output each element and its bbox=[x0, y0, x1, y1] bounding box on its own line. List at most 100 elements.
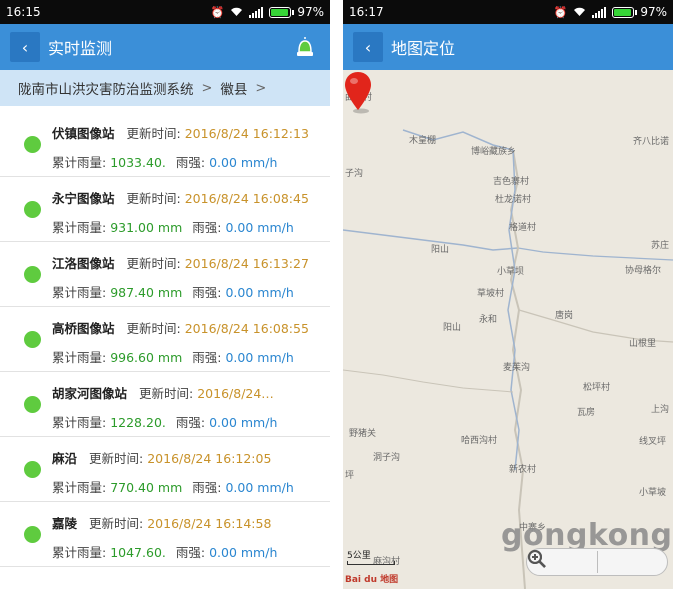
rain-intensity-value: 0.00 mm/h bbox=[209, 415, 278, 430]
rain-total-label: 累计雨量: bbox=[52, 545, 107, 560]
scale-bar bbox=[347, 561, 395, 565]
app-bar: ‹ 实时监测 bbox=[0, 24, 330, 70]
zoom-in-button[interactable] bbox=[528, 550, 657, 573]
rain-total-value: 1033.40. bbox=[110, 155, 166, 170]
map-pin-icon[interactable] bbox=[343, 70, 373, 114]
zoom-in-icon bbox=[528, 550, 546, 568]
station-row[interactable]: 高桥图像站 更新时间: 2016/8/24 16:08:55 累计雨量: 996.6… bbox=[0, 307, 330, 372]
station-metrics: 累计雨量: 996.60 mm 雨强: 0.00 mm/h bbox=[52, 347, 294, 366]
rain-total-value: 996.60 mm bbox=[110, 350, 183, 365]
update-time-value: 2016/8/24 16:14:58 bbox=[147, 516, 272, 531]
station-row[interactable]: 伏镇图像站 更新时间: 2016/8/24 16:12:13 累计雨量: 1033.… bbox=[0, 112, 330, 177]
rain-intensity-value: 0.00 mm/h bbox=[225, 480, 294, 495]
station-header: 永宁图像站 更新时间: 2016/8/24 16:08:45 bbox=[52, 188, 309, 207]
update-time-label: 更新时间: bbox=[139, 386, 194, 401]
alarm-light-icon[interactable] bbox=[294, 36, 316, 58]
rain-total-label: 累计雨量: bbox=[52, 480, 107, 495]
status-time: 16:17 bbox=[349, 5, 384, 19]
wifi-icon bbox=[230, 6, 243, 19]
status-dot-icon bbox=[24, 526, 41, 543]
update-time-label: 更新时间: bbox=[126, 256, 181, 271]
station-header: 嘉陵 更新时间: 2016/8/24 16:14:58 bbox=[52, 513, 271, 532]
rain-intensity-label: 雨强: bbox=[175, 155, 206, 170]
back-button[interactable]: ‹ bbox=[353, 32, 383, 62]
update-time-value: 2016/8/24 16:12:05 bbox=[147, 451, 272, 466]
station-name: 永宁图像站 bbox=[52, 191, 115, 206]
status-bar: 16:17 ⏰ 97% bbox=[343, 0, 673, 24]
breadcrumb-item-system[interactable]: 陇南市山洪灾害防治监测系统 bbox=[18, 78, 194, 98]
map-place-label: 博峪藏族乡 bbox=[471, 147, 517, 157]
map-place-label: 山根里 bbox=[629, 339, 657, 349]
breadcrumb: 陇南市山洪灾害防治监测系统 > 徽县 > bbox=[0, 70, 330, 106]
map-place-label: 坪 bbox=[345, 471, 355, 481]
update-time: 更新时间: 2016/8/24 16:08:55 bbox=[127, 318, 309, 337]
station-row[interactable]: 胡家河图像站 更新时间: 2016/8/24… 累计雨量: 1228.20. 雨强: … bbox=[0, 372, 330, 437]
station-list: 伏镇图像站 更新时间: 2016/8/24 16:12:13 累计雨量: 1033.… bbox=[0, 106, 330, 567]
chevron-left-icon: ‹ bbox=[21, 37, 29, 57]
baidu-logo: Bai du 地图 bbox=[345, 575, 399, 585]
map-place-label: 杜龙诺村 bbox=[495, 195, 532, 205]
update-time: 更新时间: 2016/8/24 16:12:05 bbox=[89, 448, 271, 467]
update-time-label: 更新时间: bbox=[126, 321, 181, 336]
map-scale: 5公里 bbox=[347, 548, 395, 565]
status-dot-icon bbox=[24, 331, 41, 348]
map-place-label: 草坡村 bbox=[477, 289, 505, 299]
breadcrumb-item-county[interactable]: 徽县 bbox=[220, 78, 247, 98]
update-time: 更新时间: 2016/8/24 16:12:13 bbox=[127, 123, 309, 142]
rain-total-label: 累计雨量: bbox=[52, 220, 107, 235]
map-place-label: 野猪关 bbox=[349, 429, 377, 439]
map-place-label: 格道村 bbox=[509, 223, 537, 233]
station-name: 伏镇图像站 bbox=[52, 126, 115, 141]
rain-intensity-value: 0.00 mm/h bbox=[209, 155, 278, 170]
rain-intensity-label: 雨强: bbox=[192, 480, 222, 495]
signal-icon bbox=[249, 6, 264, 18]
station-name: 胡家河图像站 bbox=[52, 386, 128, 401]
rain-intensity-value: 0.00 mm/h bbox=[225, 285, 294, 300]
update-time-value: 2016/8/24 16:13:27 bbox=[184, 256, 309, 271]
update-time-value: 2016/8/24 16:08:45 bbox=[184, 191, 309, 206]
station-metrics: 累计雨量: 770.40 mm 雨强: 0.00 mm/h bbox=[52, 477, 294, 496]
status-bar: 16:15 ⏰ 97% bbox=[0, 0, 330, 24]
map-place-label: 小草坝 bbox=[497, 267, 525, 277]
battery-percent: 97% bbox=[640, 5, 667, 19]
back-button[interactable]: ‹ bbox=[10, 32, 40, 62]
map-place-label: 小草坡 bbox=[639, 488, 667, 498]
station-metrics: 累计雨量: 1228.20. 雨强: 0.00 mm/h bbox=[52, 412, 277, 431]
status-dot-icon bbox=[24, 266, 41, 283]
station-row[interactable]: 嘉陵 更新时间: 2016/8/24 16:14:58 累计雨量: 1047.60.… bbox=[0, 502, 330, 567]
station-header: 高桥图像站 更新时间: 2016/8/24 16:08:55 bbox=[52, 318, 309, 337]
station-row[interactable]: 麻沿 更新时间: 2016/8/24 16:12:05 累计雨量: 770.40 m… bbox=[0, 437, 330, 502]
update-time: 更新时间: 2016/8/24… bbox=[139, 383, 274, 402]
monitoring-screen: 16:15 ⏰ 97% ‹ 实时监测 陇南市山洪灾害防治监测系统 > 徽县 > … bbox=[0, 0, 330, 589]
rain-total-label: 累计雨量: bbox=[52, 155, 107, 170]
station-row[interactable]: 江洛图像站 更新时间: 2016/8/24 16:13:27 累计雨量: 987.4… bbox=[0, 242, 330, 307]
station-header: 胡家河图像站 更新时间: 2016/8/24… bbox=[52, 383, 274, 402]
rain-total-label: 累计雨量: bbox=[52, 285, 107, 300]
rain-intensity-label: 雨强: bbox=[175, 545, 206, 560]
alarm-clock-icon: ⏰ bbox=[553, 5, 568, 19]
rain-total-value: 1047.60. bbox=[110, 545, 166, 560]
station-header: 麻沿 更新时间: 2016/8/24 16:12:05 bbox=[52, 448, 271, 467]
map-place-label: 洞子沟 bbox=[373, 453, 401, 463]
map-place-label: 吉色寨村 bbox=[493, 177, 530, 187]
rain-total-label: 累计雨量: bbox=[52, 415, 107, 430]
station-metrics: 累计雨量: 1033.40. 雨强: 0.00 mm/h bbox=[52, 152, 277, 171]
rain-intensity-value: 0.00 mm/h bbox=[209, 545, 278, 560]
station-name: 嘉陵 bbox=[52, 516, 78, 531]
update-time-label: 更新时间: bbox=[89, 451, 144, 466]
signal-icon bbox=[592, 6, 607, 18]
rain-intensity-label: 雨强: bbox=[175, 415, 206, 430]
rain-total-value: 931.00 mm bbox=[110, 220, 183, 235]
map-place-label: 齐八比诺 bbox=[633, 137, 670, 147]
status-dot-icon bbox=[24, 396, 41, 413]
station-header: 江洛图像站 更新时间: 2016/8/24 16:13:27 bbox=[52, 253, 309, 272]
zoom-controls bbox=[526, 548, 668, 576]
map-view[interactable]: 曲马村 木皇棚 博峪藏族乡 齐八比诺 子沟 吉色寨村 杜龙诺村 格道村 阳山 苏… bbox=[343, 70, 673, 589]
station-row[interactable]: 永宁图像站 更新时间: 2016/8/24 16:08:45 累计雨量: 931.0… bbox=[0, 177, 330, 242]
update-time-label: 更新时间: bbox=[89, 516, 144, 531]
map-place-label: 上沟 bbox=[651, 405, 670, 415]
breadcrumb-separator: > bbox=[201, 80, 213, 96]
map-place-label: 哈西沟村 bbox=[461, 436, 498, 446]
wifi-icon bbox=[573, 6, 586, 19]
alarm-clock-icon: ⏰ bbox=[210, 5, 225, 19]
